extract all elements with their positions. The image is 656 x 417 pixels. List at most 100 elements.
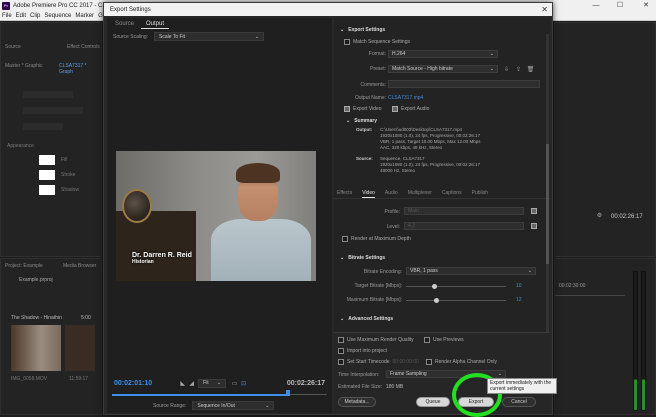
- dialog-close-button[interactable]: ✕: [541, 3, 548, 16]
- match-sequence-row[interactable]: Match Sequence Settings: [344, 39, 410, 45]
- max-render-quality-row[interactable]: Use Maximum Render Quality: [338, 337, 414, 343]
- metadata-button[interactable]: Metadata...: [338, 397, 376, 407]
- use-previews-row[interactable]: Use Previews: [424, 337, 464, 343]
- max-render-quality-checkbox[interactable]: [338, 337, 344, 343]
- bitrate-header[interactable]: ⌄ Bitrate Settings: [340, 255, 385, 261]
- render-alpha-row[interactable]: Render Alpha Channel Only: [426, 359, 497, 365]
- stroke-swatch[interactable]: [39, 170, 55, 180]
- playhead[interactable]: [286, 390, 291, 396]
- import-into-project-row[interactable]: Import into project: [338, 348, 387, 354]
- menu-marker[interactable]: Marker: [73, 13, 96, 19]
- target-bitrate-label: Target Bitrate [Mbps]:: [354, 283, 402, 289]
- tab-audio[interactable]: Audio: [385, 190, 398, 198]
- bitrate-encoding-dropdown[interactable]: VBR, 1 pass ⌄: [406, 267, 536, 275]
- minimize-button[interactable]: —: [588, 0, 604, 11]
- export-audio-checkbox[interactable]: [392, 106, 398, 112]
- match-sequence-label: Match Sequence Settings: [353, 39, 410, 45]
- summary-line: 48000 Hz, Stereo: [380, 168, 416, 173]
- target-bitrate-value[interactable]: 10: [516, 283, 522, 289]
- max-bitrate-knob[interactable]: [434, 298, 439, 303]
- import-into-project-checkbox[interactable]: [338, 348, 344, 354]
- summary-header[interactable]: ⌄ Summary: [346, 118, 377, 124]
- fill-swatch[interactable]: [39, 155, 55, 165]
- max-bitrate-slider[interactable]: [406, 298, 506, 303]
- mark-out-icon[interactable]: ◢: [187, 379, 196, 388]
- menu-file[interactable]: File: [0, 13, 14, 19]
- comments-input[interactable]: [388, 80, 540, 88]
- target-bitrate-slider[interactable]: [406, 284, 506, 289]
- format-value: H.264: [392, 51, 406, 57]
- profile-dropdown[interactable]: Main: [404, 207, 524, 215]
- advanced-header[interactable]: ⌄ Advanced Settings: [340, 316, 393, 322]
- export-audio-row[interactable]: Export Audio: [392, 106, 429, 112]
- clip-thumbnail[interactable]: [11, 325, 61, 371]
- format-dropdown[interactable]: H.264 ⌄: [388, 50, 498, 58]
- menu-edit[interactable]: Edit: [14, 13, 28, 19]
- summary-output-lines: C:\Users\ud003\Desktop\CLSA7317.mp4 1920…: [380, 127, 480, 151]
- current-timecode[interactable]: 00:02:01:10: [114, 380, 152, 387]
- start-timecode-checkbox[interactable]: [338, 359, 344, 365]
- chevron-down-icon: ⌄: [340, 27, 345, 33]
- profile-label: Profile:: [384, 209, 400, 215]
- render-max-depth-row[interactable]: Render at Maximum Depth: [342, 236, 411, 242]
- preview-tabs: Source Output: [110, 20, 170, 29]
- queue-button[interactable]: Queue: [416, 397, 450, 407]
- profile-lock-checkbox[interactable]: [531, 208, 537, 214]
- aspect-icon[interactable]: ▭: [230, 379, 239, 388]
- export-video-row[interactable]: Export Video: [344, 106, 382, 112]
- cancel-button[interactable]: Cancel: [502, 397, 536, 407]
- program-monitor-panel: 00:02:26:17 ⚙: [554, 22, 656, 257]
- mark-in-icon[interactable]: ◣: [178, 379, 187, 388]
- maximize-button[interactable]: ☐: [612, 0, 628, 11]
- menu-clip[interactable]: Clip: [28, 13, 42, 19]
- close-app-button[interactable]: ✕: [638, 0, 654, 11]
- tab-effects[interactable]: Effects: [337, 190, 352, 198]
- profile-value: Main: [408, 208, 419, 214]
- source-scaling-dropdown[interactable]: Scale To Fit ⌄: [154, 32, 265, 41]
- clip-thumbnail[interactable]: [65, 325, 95, 371]
- level-dropdown[interactable]: 4.2: [404, 222, 524, 230]
- tab-captions[interactable]: Captions: [442, 190, 462, 198]
- menu-sequence[interactable]: Sequence: [42, 13, 73, 19]
- export-settings-header[interactable]: ⌄ Export Settings: [340, 27, 385, 33]
- delete-preset-icon[interactable]: 🗑: [526, 65, 535, 74]
- source-monitor-tab[interactable]: Source: [5, 44, 21, 50]
- save-preset-icon[interactable]: ⇩: [502, 65, 511, 74]
- effect-controls-panel: Source Effect Controls Master * Graphic …: [0, 22, 102, 257]
- export-video-checkbox[interactable]: [344, 106, 350, 112]
- timeline-panel: 00:02:30:00: [554, 258, 656, 415]
- effect-controls-tab[interactable]: Effect Controls: [67, 44, 100, 50]
- match-sequence-checkbox[interactable]: [344, 39, 350, 45]
- tab-video[interactable]: Video: [362, 190, 375, 198]
- settings-scrollbar[interactable]: [546, 34, 549, 334]
- preset-dropdown[interactable]: Match Source - High bitrate ⌄: [388, 65, 498, 73]
- bitrate-encoding-value: VBR, 1 pass: [410, 268, 438, 274]
- tab-source[interactable]: Source: [110, 20, 139, 29]
- import-preset-icon[interactable]: ⇪: [514, 65, 523, 74]
- crop-icon[interactable]: ⊡: [239, 379, 248, 388]
- media-browser-tab[interactable]: Media Browser: [63, 263, 96, 269]
- scrub-bar[interactable]: [112, 390, 327, 398]
- preview-globe: [122, 189, 152, 223]
- max-bitrate-value[interactable]: 12: [516, 297, 522, 303]
- shadow-swatch[interactable]: [39, 185, 55, 195]
- project-tab[interactable]: Project: Example: [5, 263, 43, 269]
- tab-publish[interactable]: Publish: [472, 190, 488, 198]
- start-timecode-row[interactable]: Set Start Timecode 00:00:00:00: [338, 359, 419, 365]
- target-bitrate-knob[interactable]: [432, 284, 437, 289]
- tab-multiplexer[interactable]: Multiplexer: [408, 190, 432, 198]
- use-previews-label: Use Previews: [433, 337, 464, 343]
- source-range-dropdown[interactable]: Sequence In/Out ⌄: [192, 401, 275, 410]
- render-alpha-checkbox[interactable]: [426, 359, 432, 365]
- tab-output[interactable]: Output: [141, 20, 170, 29]
- preview-bookshelf: [116, 211, 196, 281]
- wrench-icon[interactable]: ⚙: [595, 211, 604, 220]
- settings-scrollbar-thumb[interactable]: [546, 144, 549, 264]
- render-max-depth-checkbox[interactable]: [342, 236, 348, 242]
- use-previews-checkbox[interactable]: [424, 337, 430, 343]
- fit-dropdown[interactable]: Fit ⌄: [198, 378, 227, 388]
- export-settings-dialog: Export Settings ✕ Source Output Source S…: [103, 2, 553, 415]
- level-lock-checkbox[interactable]: [531, 223, 537, 229]
- dialog-titlebar: Export Settings ✕: [104, 3, 552, 16]
- output-name-link[interactable]: CLSA7317.mp4: [388, 95, 423, 101]
